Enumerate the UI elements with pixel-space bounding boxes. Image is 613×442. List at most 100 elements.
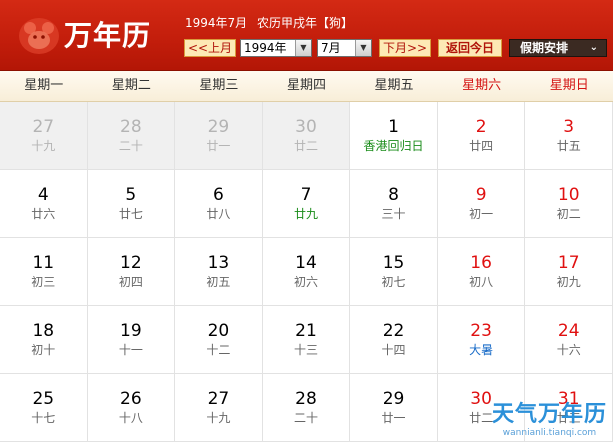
day-cell[interactable]: 23 大暑 xyxy=(437,306,526,374)
weekday-label: 星期二 xyxy=(111,78,151,93)
day-cell[interactable]: 15 初七 xyxy=(350,238,438,306)
lunar-date: 初五 xyxy=(206,275,231,289)
day-number: 29 xyxy=(207,117,230,137)
day-number: 26 xyxy=(120,389,142,409)
day-number: 15 xyxy=(382,253,405,273)
current-date-info: 1994年7月 农历甲戌年【狗】 xyxy=(185,14,359,31)
lunar-date: 三十 xyxy=(381,207,406,221)
lunar-date: 十九 xyxy=(206,411,231,425)
day-number: 4 xyxy=(37,185,49,205)
day-number: 25 xyxy=(32,389,55,409)
lunar-year: 农历甲戌年【狗】 xyxy=(257,16,354,30)
lunar-date: 廿一 xyxy=(381,411,406,425)
day-cell[interactable]: 27 十九 xyxy=(0,102,88,170)
day-cell[interactable]: 22 十四 xyxy=(350,306,438,374)
weekday-label: 星期三 xyxy=(199,78,239,93)
day-cell[interactable]: 14 初六 xyxy=(262,238,351,306)
next-month-button[interactable]: 下月>> xyxy=(379,39,431,57)
weekday-label: 星期日 xyxy=(549,78,589,93)
lunar-date: 廿一 xyxy=(206,139,231,153)
day-number: 16 xyxy=(470,253,492,273)
calendar-grid: 27 十九 28 二十 29 廿一 30 廿二 1 香港回归日 2 廿四 3 廿五 4 廿六 5 廿七 6 廿八 7 廿九… xyxy=(0,102,613,442)
day-cell[interactable]: 24 十六 xyxy=(525,306,613,374)
day-cell[interactable]: 21 十三 xyxy=(262,306,351,374)
day-number: 9 xyxy=(475,185,487,205)
day-cell[interactable]: 5 廿七 xyxy=(87,170,176,238)
day-number: 18 xyxy=(32,321,55,341)
day-number: 19 xyxy=(120,321,142,341)
day-number: 20 xyxy=(207,321,230,341)
lunar-date: 二十 xyxy=(293,411,318,425)
day-number: 29 xyxy=(382,389,405,409)
day-number: 13 xyxy=(207,253,230,273)
day-number: 8 xyxy=(388,185,399,205)
lunar-date: 廿八 xyxy=(206,207,231,221)
year-select[interactable]: 1994年 ▼ xyxy=(240,39,312,57)
holiday-label: 假期安排 xyxy=(520,41,569,55)
lunar-date: 十七 xyxy=(31,411,56,425)
lunar-date: 初四 xyxy=(118,275,143,289)
day-cell[interactable]: 10 初二 xyxy=(525,170,613,238)
lunar-date: 十八 xyxy=(118,411,143,425)
day-cell[interactable]: 30 廿二 xyxy=(262,102,351,170)
day-cell[interactable]: 13 初五 xyxy=(175,238,263,306)
weekday-label: 星期四 xyxy=(286,78,326,93)
lunar-date: 初六 xyxy=(293,275,318,289)
day-cell[interactable]: 17 初九 xyxy=(525,238,613,306)
day-number: 28 xyxy=(295,389,317,409)
day-cell[interactable]: 3 廿五 xyxy=(525,102,613,170)
holiday-schedule-dropdown[interactable]: 假期安排 ⌄ xyxy=(509,39,607,57)
day-number: 1 xyxy=(388,117,399,137)
day-cell[interactable]: 29 廿一 xyxy=(350,374,438,442)
lunar-date: 初八 xyxy=(469,275,494,289)
prev-month-button[interactable]: <<上月 xyxy=(184,39,236,57)
logo-title: 万年历 xyxy=(64,19,152,52)
watermark: 天气万年历 wannianli.tianqi.com xyxy=(492,396,607,438)
day-number: 14 xyxy=(295,253,317,273)
day-number: 12 xyxy=(120,253,142,273)
day-number: 3 xyxy=(563,117,575,137)
day-cell[interactable]: 28 二十 xyxy=(262,374,351,442)
weekday-label: 星期五 xyxy=(374,78,414,93)
day-cell[interactable]: 7 廿九 xyxy=(262,170,351,238)
day-cell[interactable]: 25 十七 xyxy=(0,374,88,442)
month-select[interactable]: 7月 ▼ xyxy=(317,39,372,57)
day-cell[interactable]: 11 初三 xyxy=(0,238,88,306)
watermark-url: wannianli.tianqi.com xyxy=(502,428,597,438)
day-number: 30 xyxy=(295,117,317,137)
day-number: 22 xyxy=(382,321,405,341)
lunar-date: 廿六 xyxy=(31,207,56,221)
day-cell[interactable]: 19 十一 xyxy=(87,306,176,374)
day-cell[interactable]: 20 十二 xyxy=(175,306,263,374)
day-number: 28 xyxy=(120,117,142,137)
lunar-date: 初一 xyxy=(469,207,494,221)
lunar-date: 廿七 xyxy=(118,207,143,221)
day-cell[interactable]: 29 廿一 xyxy=(175,102,263,170)
day-cell[interactable]: 16 初八 xyxy=(437,238,526,306)
lunar-date: 十三 xyxy=(293,343,318,357)
weekday-label: 星期六 xyxy=(462,78,502,93)
day-cell[interactable]: 12 初四 xyxy=(87,238,176,306)
day-cell[interactable]: 6 廿八 xyxy=(175,170,263,238)
lunar-date: 初二 xyxy=(556,207,581,221)
lunar-date: 初七 xyxy=(381,275,406,289)
today-button[interactable]: 返回今日 xyxy=(438,39,502,57)
lunar-date: 十六 xyxy=(556,343,581,357)
day-cell[interactable]: 28 二十 xyxy=(87,102,176,170)
day-cell[interactable]: 4 廿六 xyxy=(0,170,88,238)
lunar-date: 廿四 xyxy=(469,139,494,153)
day-cell[interactable]: 2 廿四 xyxy=(437,102,526,170)
day-cell[interactable]: 26 十八 xyxy=(87,374,176,442)
day-cell[interactable]: 27 十九 xyxy=(175,374,263,442)
day-cell[interactable]: 8 三十 xyxy=(350,170,438,238)
chevron-down-icon: ⌄ xyxy=(589,42,598,53)
dog-zodiac-icon xyxy=(19,18,59,54)
lunar-date: 香港回归日 xyxy=(363,139,424,153)
day-cell[interactable]: 1 香港回归日 xyxy=(350,102,438,170)
lunar-date: 十一 xyxy=(118,343,143,357)
day-number: 27 xyxy=(207,389,230,409)
day-number: 10 xyxy=(557,185,580,205)
weekday-header-row: 星期一 星期二 星期三 星期四 星期五 星期六 星期日 xyxy=(0,71,613,102)
day-cell[interactable]: 9 初一 xyxy=(437,170,526,238)
day-cell[interactable]: 18 初十 xyxy=(0,306,88,374)
